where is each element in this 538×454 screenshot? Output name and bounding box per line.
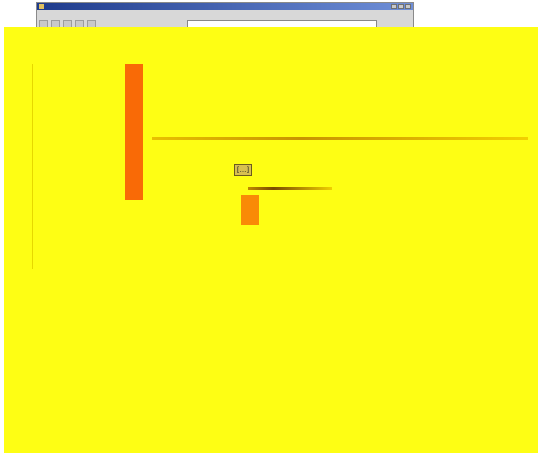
title-bar [37,3,413,10]
badge-icon[interactable]: [...] [234,164,252,176]
app-icon [39,4,44,9]
close-icon[interactable] [405,4,411,9]
subsection-rule [248,187,332,190]
orange-column [125,64,143,200]
section-rule [152,137,528,140]
content-area-right [304,27,538,70]
orange-marker [241,195,259,225]
maximize-icon[interactable] [398,4,404,9]
left-divider [32,64,33,269]
content-area [4,27,538,453]
minimize-icon[interactable] [391,4,397,9]
window-controls [391,4,411,9]
